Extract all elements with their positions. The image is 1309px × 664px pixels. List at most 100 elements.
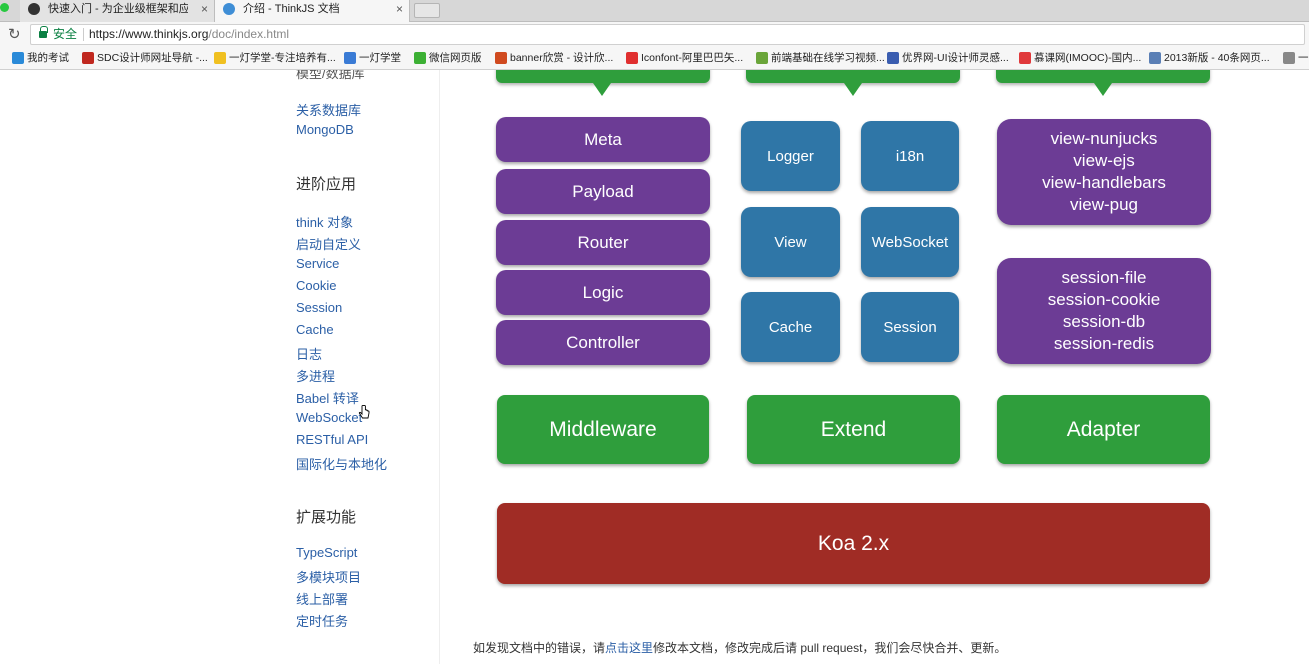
bookmark-item[interactable]: 2013新版 - 40条网页... (1149, 52, 1270, 65)
divider (83, 28, 84, 41)
sidebar-link[interactable]: TypeScript (296, 545, 357, 560)
bookmark-item[interactable]: 慕课网(IMOOC)-国内... (1019, 52, 1141, 65)
sidebar-link[interactable]: Cookie (296, 278, 336, 293)
arrow-down-icon (1094, 83, 1112, 96)
lock-icon (39, 26, 48, 39)
middleware-box: Middleware (497, 395, 709, 464)
bookmark-icon (1019, 52, 1031, 64)
edit-link[interactable]: 点击这里 (605, 641, 653, 655)
edit-notice-text: 如发现文档中的错误，请 (473, 641, 606, 655)
bookmark-label: 2013新版 - 40条网页... (1164, 52, 1270, 64)
reload-icon[interactable]: ↻ (8, 25, 21, 43)
new-tab-button[interactable] (414, 3, 440, 18)
window-zoom-icon[interactable] (0, 3, 9, 12)
adapter-item: session-cookie (1047, 290, 1161, 309)
bookmark-icon (82, 52, 94, 64)
sidebar-link[interactable]: RESTful API (296, 432, 368, 447)
extend-box: Extend (747, 395, 960, 464)
extend-box-session: Session (861, 292, 959, 362)
sidebar-link[interactable]: Service (296, 256, 339, 271)
koa-base-box: Koa 2.x (497, 503, 1210, 584)
core-box-controller: Controller (496, 320, 710, 365)
bookmark-icon (344, 52, 356, 64)
sidebar-heading-advanced: 进阶应用 (296, 176, 357, 193)
sidebar-link[interactable]: 启动自定义 (296, 234, 361, 253)
sidebar-heading-models: 模型/数据库 (296, 70, 365, 81)
tab-quickstart[interactable]: 快速入门 - 为企业级框架和应用 × (20, 0, 215, 22)
sidebar-link[interactable]: think 对象 (296, 212, 353, 231)
bookmark-icon (12, 52, 24, 64)
thinkjs-favicon-icon (28, 3, 40, 15)
sidebar-link[interactable]: MongoDB (296, 122, 354, 137)
hand-cursor-icon (358, 405, 370, 419)
sidebar-link[interactable]: 国际化与本地化 (296, 454, 387, 473)
core-box-logic: Logic (496, 270, 710, 315)
sidebar-link[interactable]: 定时任务 (296, 611, 348, 630)
bookmarks-bar: 我的考试 SDC设计师网址导航 -... 一灯学堂-专注培养有... 一灯学堂 … (0, 48, 1309, 70)
arrow-down-icon (844, 83, 862, 96)
cube-favicon-icon (223, 3, 235, 15)
bookmark-icon (495, 52, 507, 64)
sidebar-link[interactable]: 多进程 (296, 366, 335, 385)
top-connector-bar (746, 70, 960, 83)
tab-title: 介绍 - ThinkJS 文档 (243, 3, 340, 15)
doc-sidebar: 模型/数据库 关系数据库 MongoDB 进阶应用 think 对象 启动自定义… (0, 70, 440, 664)
bookmark-item[interactable]: 优界网-UI设计师灵感... (887, 52, 1009, 65)
core-box-router: Router (496, 220, 710, 265)
extend-box-websocket: WebSocket (861, 207, 959, 277)
adapter-box-session: session-file session-cookie session-db s… (997, 258, 1211, 364)
bookmark-label: 一灯学堂 (359, 52, 401, 64)
bookmark-item[interactable]: banner欣赏 - 设计欣... (495, 52, 613, 65)
adapter-item: view-handlebars (1042, 173, 1166, 192)
adapter-item: view-ejs (1073, 151, 1135, 170)
secure-label: 安全 (53, 27, 78, 41)
browser-tab-bar: 快速入门 - 为企业级框架和应用 × 介绍 - ThinkJS 文档 × (0, 0, 1309, 22)
bookmark-label: 一 (1298, 52, 1309, 64)
sidebar-link[interactable]: Cache (296, 322, 334, 337)
extend-box-i18n: i18n (861, 121, 959, 191)
adapter-item: session-db (1062, 312, 1146, 331)
edit-notice-text: 修改本文档，修改完成后请 pull request，我们会尽快合并、更新。 (653, 641, 1007, 655)
sidebar-link[interactable]: 线上部署 (296, 589, 348, 608)
bookmark-label: 前端基础在线学习视频... (771, 52, 885, 64)
core-box-payload: Payload (496, 169, 710, 214)
arrow-down-icon (593, 83, 611, 96)
bookmark-label: 我的考试 (27, 52, 69, 64)
bookmark-item[interactable]: SDC设计师网址导航 -... (82, 52, 208, 65)
url-text: https://www.thinkjs.org/doc/index.html (89, 25, 289, 44)
sidebar-heading-extensions: 扩展功能 (296, 509, 357, 526)
adapter-box: Adapter (997, 395, 1210, 464)
bookmark-icon (1149, 52, 1161, 64)
bookmark-item[interactable]: Iconfont-阿里巴巴矢... (626, 52, 743, 65)
close-icon[interactable]: × (201, 0, 208, 18)
bookmark-item[interactable]: 一灯学堂 (344, 52, 401, 65)
extend-box-logger: Logger (741, 121, 840, 191)
sidebar-link[interactable]: Babel 转译 (296, 388, 359, 407)
sidebar-link[interactable]: Session (296, 300, 342, 315)
top-connector-bar (496, 70, 710, 83)
adapter-item: view-pug (1069, 195, 1139, 214)
sidebar-link[interactable]: 多模块项目 (296, 567, 361, 586)
sidebar-link[interactable]: WebSocket (296, 410, 362, 425)
bookmark-icon (887, 52, 899, 64)
bookmark-item[interactable]: 我的考试 (12, 52, 69, 65)
bookmark-label: Iconfont-阿里巴巴矢... (641, 52, 744, 64)
bookmark-item[interactable]: 前端基础在线学习视频... (756, 52, 885, 65)
bookmark-item[interactable]: 微信网页版 (414, 52, 482, 65)
bookmark-item[interactable]: 一 (1283, 52, 1309, 65)
core-box-meta: Meta (496, 117, 710, 162)
bookmark-icon (214, 52, 226, 64)
close-icon[interactable]: × (396, 0, 403, 18)
sidebar-link[interactable]: 日志 (296, 344, 322, 363)
bookmark-icon (756, 52, 768, 64)
edit-notice: 如发现文档中的错误，请点击这里修改本文档，修改完成后请 pull request… (473, 639, 1006, 656)
bookmark-label: 一灯学堂-专注培养有... (229, 52, 336, 64)
sidebar-link[interactable]: 关系数据库 (296, 100, 361, 119)
url-input[interactable]: 安全 https://www.thinkjs.org/doc/index.htm… (30, 24, 1305, 45)
tab-intro[interactable]: 介绍 - ThinkJS 文档 × (215, 0, 410, 22)
bookmark-item[interactable]: 一灯学堂-专注培养有... (214, 52, 336, 65)
bookmark-label: banner欣赏 - 设计欣... (510, 52, 614, 64)
adapter-box-view: view-nunjucks view-ejs view-handlebars v… (997, 119, 1211, 225)
extend-box-cache: Cache (741, 292, 840, 362)
bookmark-icon (626, 52, 638, 64)
